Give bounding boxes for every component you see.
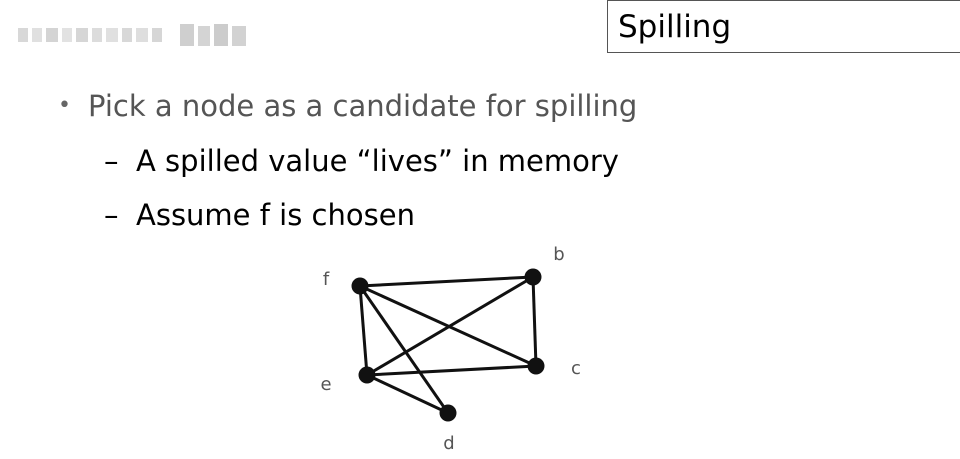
graph-edge-e-c xyxy=(366,364,537,377)
slide-title-box: Spilling xyxy=(607,0,960,53)
graph-node-c xyxy=(527,357,545,375)
graph-edge-e-d xyxy=(366,373,449,415)
graph-edge-f-c xyxy=(359,284,537,368)
graph-node-label-d: d xyxy=(443,433,454,454)
graph-node-label-f: f xyxy=(323,269,330,290)
bullet-text: Pick a node as a candidate for spilling xyxy=(88,89,638,123)
slide-title: Spilling xyxy=(618,9,732,45)
graph-node-e xyxy=(358,366,376,384)
graph-node-label-e: e xyxy=(320,374,331,395)
graph-edge-f-d xyxy=(358,285,450,414)
graph-node-label-b: b xyxy=(553,244,564,265)
graph-edge-f-b xyxy=(359,275,534,288)
subbullet-text: A spilled value “lives” in memory xyxy=(136,144,619,178)
graph-node-d xyxy=(439,404,457,422)
graph-edge-b-c xyxy=(531,276,538,367)
subbullet-text: Assume f is chosen xyxy=(136,198,415,232)
graph-edge-b-e xyxy=(366,275,534,377)
bullet-marker: • xyxy=(58,93,71,118)
graph-edge-f-e xyxy=(358,285,369,376)
subbullet-marker: – xyxy=(104,198,119,232)
bullet-item: • Pick a node as a candidate for spilling xyxy=(58,86,637,126)
subbullet-item: – A spilled value “lives” in memory xyxy=(104,141,619,181)
subbullet-item: – Assume f is chosen xyxy=(104,195,415,235)
subbullet-marker: – xyxy=(104,144,119,178)
graph-node-b xyxy=(524,268,542,286)
graph-node-f xyxy=(351,277,369,295)
logo-watermark xyxy=(18,24,246,46)
graph-node-label-c: c xyxy=(571,358,581,379)
